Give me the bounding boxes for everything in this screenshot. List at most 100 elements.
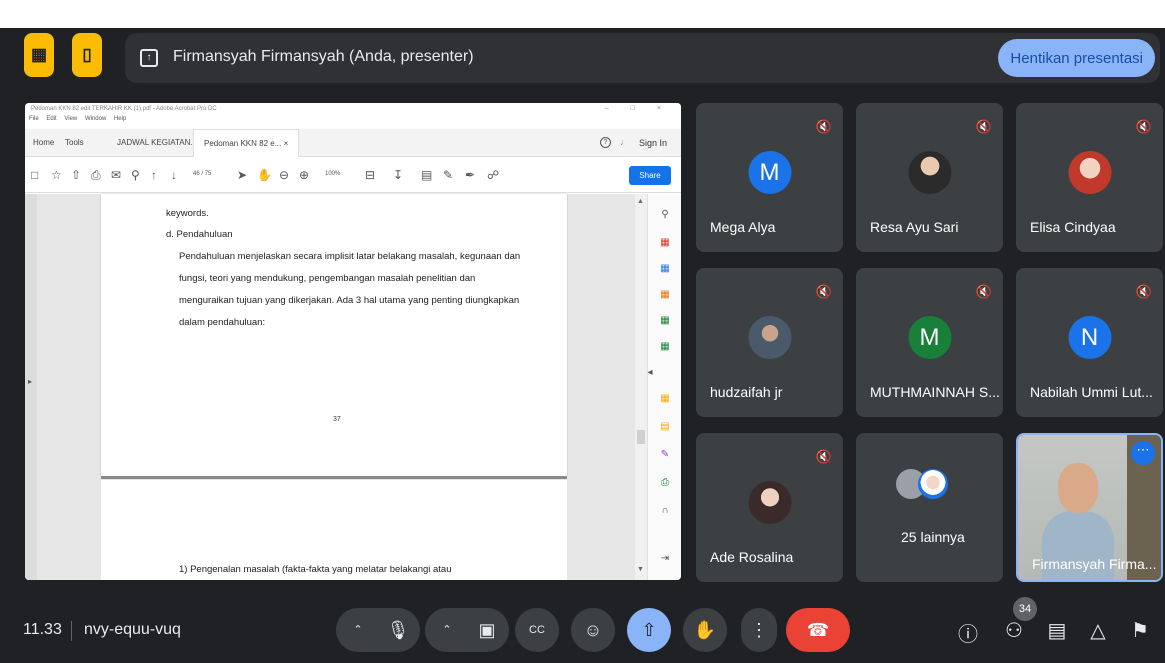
print-production-icon[interactable]: ⎙ xyxy=(658,476,672,490)
microphone-button[interactable]: 🎙 xyxy=(376,608,420,652)
help-icon[interactable]: ? xyxy=(600,137,611,148)
redact-icon[interactable]: ▦ xyxy=(658,392,672,406)
zoom-icon[interactable]: ⚲ xyxy=(658,208,672,222)
chat-icon[interactable]: ▤ xyxy=(1044,618,1070,643)
doc-line: dalam pendahuluan: xyxy=(179,317,266,328)
protect-icon[interactable]: ∩ xyxy=(658,504,672,518)
more-tools-icon[interactable]: ⇥ xyxy=(658,552,672,566)
document-area[interactable]: ▸ keywords. d. Pendahuluan Pendahuluan m… xyxy=(25,194,635,580)
avatar: N xyxy=(1068,316,1111,359)
participant-tile[interactable]: 🔇 M Mega Alya xyxy=(696,103,843,252)
end-call-button[interactable]: ☎ xyxy=(786,608,850,652)
mic-off-icon: 🔇 xyxy=(815,449,833,464)
more-options-button[interactable]: ⋮ xyxy=(741,608,777,652)
recording-icon[interactable]: ▦ xyxy=(24,33,54,77)
doc-line: 1) Pengenalan masalah (fakta-fakta yang … xyxy=(179,564,452,575)
host-controls-icon[interactable]: ⚑ xyxy=(1127,618,1153,643)
scroll-mode-icon[interactable]: ↧ xyxy=(393,168,403,182)
menu-view[interactable]: View xyxy=(64,116,77,122)
scroll-down-icon[interactable]: ▼ xyxy=(637,566,644,573)
participant-tile[interactable]: 🔇 N Nabilah Ummi Lut... xyxy=(1016,268,1163,417)
tab-pedoman[interactable]: Pedoman KKN 82 e... × xyxy=(193,129,300,157)
video-options-button[interactable]: ⌃ xyxy=(425,608,469,652)
mic-off-icon: 🔇 xyxy=(975,119,993,134)
participant-tile[interactable]: 🔇 hudzaifah jr xyxy=(696,268,843,417)
present-screen-icon: ⇧ xyxy=(641,620,657,640)
participant-tile[interactable]: 🔇 Resa Ayu Sari xyxy=(856,103,1003,252)
tab-jadwal[interactable]: JADWAL KEGIATAN... xyxy=(117,138,197,147)
collapse-panel-icon[interactable]: ◂ xyxy=(643,366,657,380)
fit-page-icon[interactable]: ⊟ xyxy=(365,168,375,182)
scrollbar[interactable]: ▲ ▼ xyxy=(635,194,647,580)
scroll-thumb[interactable] xyxy=(637,430,645,444)
shared-screen: Pedoman KKN 82 edit TERKAHIR KK (1).pdf … xyxy=(25,103,681,580)
upload-icon[interactable]: ⇧ xyxy=(71,168,81,182)
participant-tile[interactable]: 🔇 M MUTHMAINNAH S... xyxy=(856,268,1003,417)
stop-presenting-button[interactable]: Hentikan presentasi xyxy=(998,39,1155,77)
menu-bar: File Edit View Window Help xyxy=(25,116,681,127)
tab-tools[interactable]: Tools xyxy=(65,138,84,147)
sign-icon[interactable]: ✒ xyxy=(465,168,475,182)
participant-tile[interactable]: 🔇 Ade Rosalina xyxy=(696,433,843,582)
create-pdf-icon[interactable]: ▦ xyxy=(658,288,672,302)
create-icon[interactable]: □ xyxy=(31,168,38,182)
page-down-icon[interactable]: ↓ xyxy=(171,168,177,182)
scroll-up-icon[interactable]: ▲ xyxy=(637,198,644,205)
avatar: M xyxy=(908,316,951,359)
doc-line: keywords. xyxy=(166,208,209,219)
others-tile[interactable]: 25 lainnya xyxy=(856,433,1003,582)
star-icon[interactable]: ☆ xyxy=(51,168,62,182)
audio-options-button[interactable]: ⌃ xyxy=(336,608,380,652)
tile-more-options-icon[interactable]: ⋯ xyxy=(1131,441,1155,465)
menu-window[interactable]: Window xyxy=(85,116,106,122)
emoji-button[interactable]: ☺ xyxy=(571,608,615,652)
avatar: M xyxy=(748,151,791,194)
people-icon[interactable]: ⚇ xyxy=(1001,618,1027,643)
camera-button[interactable]: ▣ xyxy=(465,608,509,652)
doc-line: Pendahuluan menjelaskan secara implisit … xyxy=(179,251,521,262)
chevron-up-icon: ⌃ xyxy=(442,624,452,636)
mail-icon[interactable]: ✉ xyxy=(111,168,121,182)
stamp-icon[interactable]: ☍ xyxy=(487,168,499,182)
zoom-out-icon[interactable]: ⊖ xyxy=(279,168,289,182)
menu-file[interactable]: File xyxy=(29,116,39,122)
comment-icon[interactable]: ▤ xyxy=(421,168,432,182)
pen-icon[interactable]: ✎ xyxy=(443,168,453,182)
page-indicator[interactable]: 46 / 75 xyxy=(193,171,211,177)
self-video-tile[interactable]: ⋯ Firmansyah Firma... xyxy=(1016,433,1163,582)
door-icon[interactable]: ▯ xyxy=(72,33,102,77)
info-icon[interactable]: ⓘ xyxy=(955,618,981,647)
page-up-icon[interactable]: ↑ xyxy=(151,168,157,182)
sign-in-link[interactable]: Sign In xyxy=(639,138,667,148)
participant-tile[interactable]: 🔇 Elisa Cindyaa xyxy=(1016,103,1163,252)
share-label: Share xyxy=(639,171,661,180)
comment-panel-icon[interactable]: ▤ xyxy=(658,420,672,434)
search-icon[interactable]: ⚲ xyxy=(131,168,140,182)
acrobat-toolbar: □ ☆ ⇧ ⎙ ✉ ⚲ ↑ ↓ 46 / 75 ➤ ✋ ⊖ ⊕ 100% ⊟ ↧… xyxy=(25,158,681,193)
organize-icon[interactable]: ▦ xyxy=(658,340,672,354)
hand-tool-icon[interactable]: ✋ xyxy=(257,168,272,182)
tools-panel: ⚲ ▦ ▦ ▦ ▦ ▦ ◂ ▦ ▤ ✎ ⎙ ∩ ⇥ xyxy=(647,194,681,580)
combine-icon[interactable]: ▦ xyxy=(658,314,672,328)
fill-sign-icon[interactable]: ✎ xyxy=(658,448,672,462)
present-button[interactable]: ⇧ xyxy=(627,608,671,652)
bell-icon[interactable]: ♩ xyxy=(620,137,629,147)
mic-off-icon: 🔇 xyxy=(1135,284,1153,299)
print-icon[interactable]: ⎙ xyxy=(91,168,101,183)
captions-button[interactable]: CC xyxy=(515,608,559,652)
expand-left-icon[interactable]: ▸ xyxy=(28,377,32,386)
zoom-level[interactable]: 100% xyxy=(325,171,340,177)
menu-edit[interactable]: Edit xyxy=(46,116,56,122)
menu-help[interactable]: Help xyxy=(114,116,126,122)
cursor-icon[interactable]: ➤ xyxy=(237,168,247,182)
left-panel-toggle[interactable]: ▸ xyxy=(25,194,37,580)
camera-icon: ▣ xyxy=(478,620,496,640)
raise-hand-button[interactable]: ✋ xyxy=(683,608,727,652)
doc-line: fungsi, teori yang mendukung, pengembang… xyxy=(179,273,476,284)
zoom-in-icon[interactable]: ⊕ xyxy=(299,168,309,182)
edit-pdf-icon[interactable]: ▦ xyxy=(658,262,672,276)
export-pdf-icon[interactable]: ▦ xyxy=(658,236,672,250)
share-button[interactable]: Share xyxy=(629,166,671,185)
activities-icon[interactable]: △ xyxy=(1085,618,1111,643)
tab-home[interactable]: Home xyxy=(33,138,54,147)
